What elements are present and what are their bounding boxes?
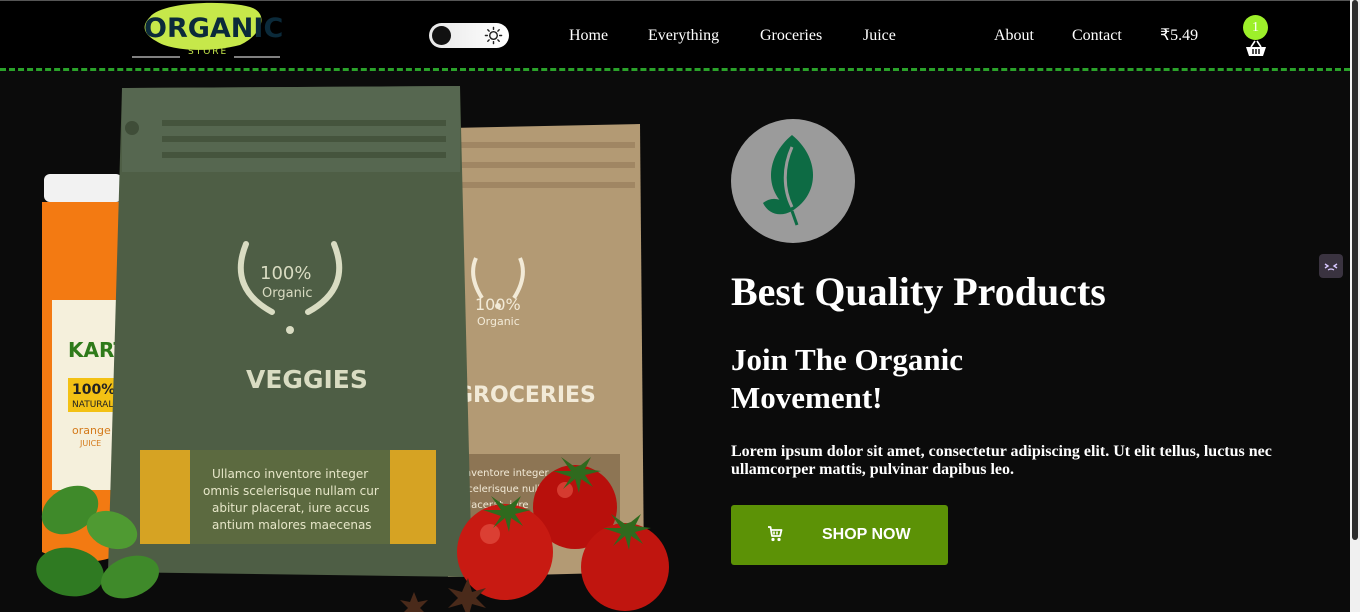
- sun-icon: [484, 26, 503, 45]
- nav-groceries[interactable]: Groceries: [760, 25, 822, 47]
- veggies-label-line-3: abitur placerat, iure accus: [212, 501, 369, 515]
- scrollbar-thumb[interactable]: [1352, 0, 1358, 540]
- shop-now-label: SHOP NOW: [822, 526, 911, 543]
- hero-product-image: KARTI 100% NATURAL orange JUICE 100% Org…: [36, 86, 669, 612]
- site-header: ORGANIC STORE Home Everything Groceries …: [0, 0, 1350, 70]
- veggies-name: VEGGIES: [246, 365, 368, 394]
- veggies-badge-word: Organic: [262, 286, 313, 301]
- theme-toggle[interactable]: [429, 23, 509, 48]
- cart-icon: [768, 526, 783, 542]
- hero-subtitle: Join The Organic Movement!: [731, 342, 963, 415]
- logo-brand: ORGANIC: [144, 13, 282, 44]
- logo-tagline: STORE: [188, 47, 228, 57]
- hero-description: Lorem ipsum dolor sit amet, consectetur …: [731, 443, 1272, 478]
- extension-icon[interactable]: [1319, 254, 1343, 278]
- nav-home[interactable]: Home: [569, 25, 608, 47]
- juice-flavor: orange: [72, 424, 111, 437]
- veggies-label-line-1: Ullamco inventore integer: [212, 467, 368, 481]
- juice-type: JUICE: [79, 439, 101, 448]
- organic-store-logo[interactable]: ORGANIC STORE: [130, 1, 282, 61]
- nav-contact[interactable]: Contact: [1072, 25, 1122, 47]
- juice-badge-word: NATURAL: [72, 400, 113, 410]
- groceries-badge-word: Organic: [477, 315, 520, 328]
- nav-about[interactable]: About: [994, 25, 1034, 47]
- veggies-label-line-4: antium malores maecenas: [212, 518, 372, 532]
- nav-juice[interactable]: Juice: [863, 25, 896, 47]
- veggies-label-line-2: omnis scelerisque nullam cur: [203, 484, 379, 498]
- juice-badge: 100%: [72, 382, 115, 398]
- groceries-label-line-1: inventore integer: [462, 468, 549, 479]
- nav-everything[interactable]: Everything: [648, 25, 719, 47]
- leaf-icon: [763, 135, 814, 226]
- shopping-basket-icon[interactable]: [1245, 40, 1267, 58]
- hero-title: Best Quality Products: [731, 269, 1106, 314]
- cart-total[interactable]: ₹5.49: [1160, 25, 1198, 47]
- cart-count-badge: 1: [1243, 15, 1268, 40]
- veggies-badge-percent: 100%: [260, 263, 311, 284]
- toggle-knob: [432, 26, 451, 45]
- groceries-badge-percent: 100%: [475, 295, 521, 314]
- header-divider: [0, 68, 1350, 71]
- veggies-bag: 100% Organic VEGGIES Ullamco inventore i…: [108, 86, 472, 577]
- face-icon: [1324, 263, 1338, 271]
- groceries-name: GROCERIES: [455, 383, 596, 408]
- shop-now-button[interactable]: SHOP NOW: [731, 505, 948, 565]
- groceries-label-line-2: scelerisque nulla: [462, 484, 546, 495]
- leaf-badge: [731, 119, 855, 243]
